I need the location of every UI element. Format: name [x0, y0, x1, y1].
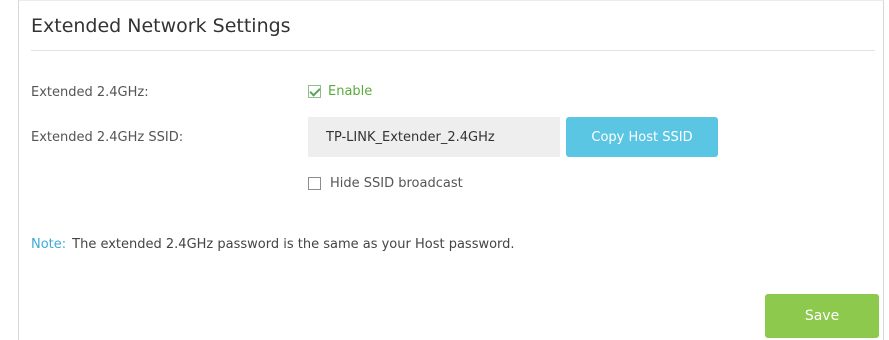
- hide-ssid-label: Hide SSID broadcast: [330, 176, 463, 191]
- extended-24ghz-label: Extended 2.4GHz:: [31, 85, 149, 100]
- enable-checkbox[interactable]: [308, 85, 321, 98]
- ssid-input[interactable]: [308, 117, 560, 157]
- note-text: The extended 2.4GHz password is the same…: [72, 237, 515, 252]
- copy-host-ssid-button[interactable]: Copy Host SSID: [566, 117, 718, 157]
- panel-title: Extended Network Settings: [31, 15, 291, 37]
- extended-network-settings-panel: Extended Network Settings Extended 2.4GH…: [18, 0, 884, 340]
- password-note: Note: The extended 2.4GHz password is the…: [31, 237, 515, 252]
- save-button[interactable]: Save: [765, 294, 879, 338]
- note-label: Note:: [31, 237, 67, 252]
- title-divider: [31, 50, 875, 51]
- extended-ssid-label: Extended 2.4GHz SSID:: [31, 130, 184, 145]
- enable-label: Enable: [328, 84, 373, 99]
- hide-ssid-toggle[interactable]: Hide SSID broadcast: [308, 176, 463, 191]
- enable-24ghz-toggle[interactable]: Enable: [308, 84, 372, 99]
- hide-ssid-checkbox[interactable]: [308, 177, 321, 190]
